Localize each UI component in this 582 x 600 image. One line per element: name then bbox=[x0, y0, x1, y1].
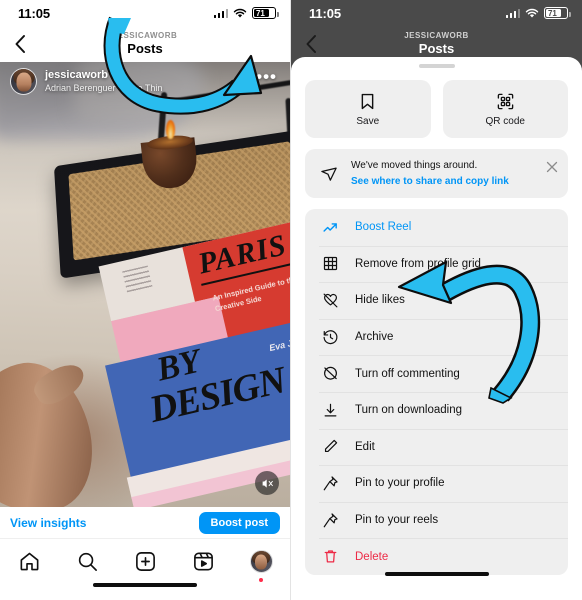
menu-item-label: Edit bbox=[355, 440, 375, 453]
menu-item-boost-reel[interactable]: Boost Reel bbox=[305, 209, 568, 246]
home-indicator-left bbox=[0, 583, 290, 600]
post-header: jessicaworb Adrian Berenguer · Little Th… bbox=[0, 62, 290, 100]
nav-subtitle: JESSICAWORB bbox=[404, 31, 469, 41]
archive-clock-icon bbox=[319, 329, 341, 346]
nav-title-block: JESSICAWORB Posts bbox=[404, 32, 469, 55]
menu-item-label: Turn off commenting bbox=[355, 367, 460, 380]
home-icon[interactable] bbox=[9, 544, 49, 578]
post-media-image: PARIS An Inspired Guide to the City's Cr… bbox=[0, 62, 290, 507]
menu-item-label: Hide likes bbox=[355, 294, 405, 307]
post-username[interactable]: jessicaworb bbox=[45, 69, 162, 82]
wifi-icon bbox=[525, 8, 539, 19]
nav-header-left: JESSICAWORB Posts bbox=[0, 26, 290, 62]
menu-item-turn-off-commenting[interactable]: Turn off commenting bbox=[305, 355, 568, 392]
wifi-icon bbox=[233, 8, 247, 19]
menu-item-label: Turn on downloading bbox=[355, 404, 462, 417]
menu-item-edit[interactable]: Edit bbox=[305, 428, 568, 466]
quick-actions-row: Save QR code bbox=[305, 80, 568, 138]
menu-item-label: Delete bbox=[355, 550, 389, 563]
search-icon[interactable] bbox=[67, 544, 107, 578]
right-phone-screen: 11:05 71 JESSICAWORB Posts Save QR code … bbox=[291, 0, 582, 600]
pin-icon bbox=[319, 475, 341, 492]
reels-icon[interactable] bbox=[183, 544, 223, 578]
notice-link[interactable]: See where to share and copy link bbox=[351, 175, 509, 189]
post-identity: jessicaworb Adrian Berenguer · Little Th… bbox=[45, 69, 162, 94]
menu-item-label: Pin to your reels bbox=[355, 514, 439, 527]
status-bar-right: 11:05 71 bbox=[291, 0, 582, 26]
qr-code-label: QR code bbox=[485, 115, 525, 127]
status-bar-time: 11:05 bbox=[309, 5, 342, 21]
left-phone-screen: 11:05 71 JESSICAWORB Posts jessicaworb A… bbox=[0, 0, 291, 600]
qr-code-button[interactable]: QR code bbox=[442, 80, 568, 138]
save-button[interactable]: Save bbox=[305, 80, 431, 138]
battery-level: 71 bbox=[548, 8, 557, 18]
view-insights-link[interactable]: View insights bbox=[10, 516, 86, 530]
page-title: Posts bbox=[127, 40, 163, 56]
page-title: Posts bbox=[418, 40, 455, 56]
hide-likes-icon bbox=[319, 292, 341, 309]
menu-item-label: Boost Reel bbox=[355, 221, 412, 234]
pin-icon bbox=[319, 512, 341, 529]
back-chevron-icon[interactable] bbox=[6, 30, 34, 58]
screenshot-stage: 11:05 71 JESSICAWORB Posts jessicaworb A… bbox=[0, 0, 582, 600]
trending-up-icon bbox=[319, 219, 341, 236]
home-indicator-right bbox=[291, 572, 582, 592]
menu-item-delete[interactable]: Delete bbox=[305, 538, 568, 575]
mute-icon[interactable] bbox=[255, 471, 279, 495]
nav-subtitle: JESSICAWORB bbox=[112, 31, 178, 41]
menu-item-label: Remove from profile grid bbox=[355, 257, 481, 270]
grid-icon bbox=[319, 255, 341, 272]
notice-text-block: We've moved things around. See where to … bbox=[351, 159, 509, 188]
status-bar-indicators: 71 bbox=[505, 7, 571, 19]
menu-item-hide-likes[interactable]: Hide likes bbox=[305, 282, 568, 319]
battery-icon: 71 bbox=[252, 7, 279, 19]
comment-off-icon bbox=[319, 365, 341, 382]
create-icon[interactable] bbox=[125, 544, 165, 578]
notification-dot bbox=[259, 578, 263, 582]
cellular-signal-icon bbox=[213, 8, 228, 18]
post-audio-label[interactable]: Adrian Berenguer · Little Thin bbox=[45, 83, 162, 94]
save-label: Save bbox=[356, 115, 380, 127]
bookmark-icon bbox=[358, 92, 377, 111]
battery-icon: 71 bbox=[544, 7, 571, 19]
cellular-signal-icon bbox=[505, 8, 520, 18]
edit-pencil-icon bbox=[319, 438, 341, 455]
menu-item-label: Archive bbox=[355, 331, 394, 344]
menu-item-turn-on-downloading[interactable]: Turn on downloading bbox=[305, 391, 568, 429]
sheet-drag-handle[interactable] bbox=[418, 64, 455, 68]
menu-item-archive[interactable]: Archive bbox=[305, 318, 568, 356]
share-paper-plane-icon bbox=[317, 165, 341, 183]
post-card: PARIS An Inspired Guide to the City's Cr… bbox=[0, 62, 290, 507]
back-chevron-icon[interactable] bbox=[297, 30, 325, 58]
download-icon bbox=[319, 402, 341, 419]
options-bottom-sheet: Save QR code We've moved things around. … bbox=[291, 57, 582, 600]
insights-row: View insights Boost post bbox=[0, 507, 290, 539]
status-bar-indicators: 71 bbox=[213, 7, 279, 19]
trash-icon bbox=[319, 548, 341, 565]
more-options-icon[interactable]: ••• bbox=[252, 67, 281, 96]
moved-things-notice: We've moved things around. See where to … bbox=[305, 149, 568, 198]
menu-item-label: Pin to your profile bbox=[355, 477, 445, 490]
close-icon[interactable] bbox=[546, 160, 558, 173]
menu-item-pin-to-your-profile[interactable]: Pin to your profile bbox=[305, 465, 568, 502]
status-bar-left: 11:05 71 bbox=[0, 0, 290, 26]
battery-level: 71 bbox=[256, 8, 265, 18]
options-menu-list: Boost Reel Remove from profile grid Hide… bbox=[305, 209, 568, 575]
profile-avatar-icon[interactable] bbox=[241, 544, 281, 582]
notice-title: We've moved things around. bbox=[351, 160, 478, 171]
qr-code-icon bbox=[496, 92, 515, 111]
status-bar-time: 11:05 bbox=[18, 5, 51, 21]
nav-title-block: JESSICAWORB Posts bbox=[113, 32, 178, 55]
menu-item-pin-to-your-reels[interactable]: Pin to your reels bbox=[305, 501, 568, 539]
menu-item-remove-from-profile-grid[interactable]: Remove from profile grid bbox=[305, 245, 568, 283]
avatar[interactable] bbox=[10, 67, 37, 95]
boost-post-button[interactable]: Boost post bbox=[198, 511, 280, 534]
bottom-tab-bar bbox=[0, 539, 290, 583]
